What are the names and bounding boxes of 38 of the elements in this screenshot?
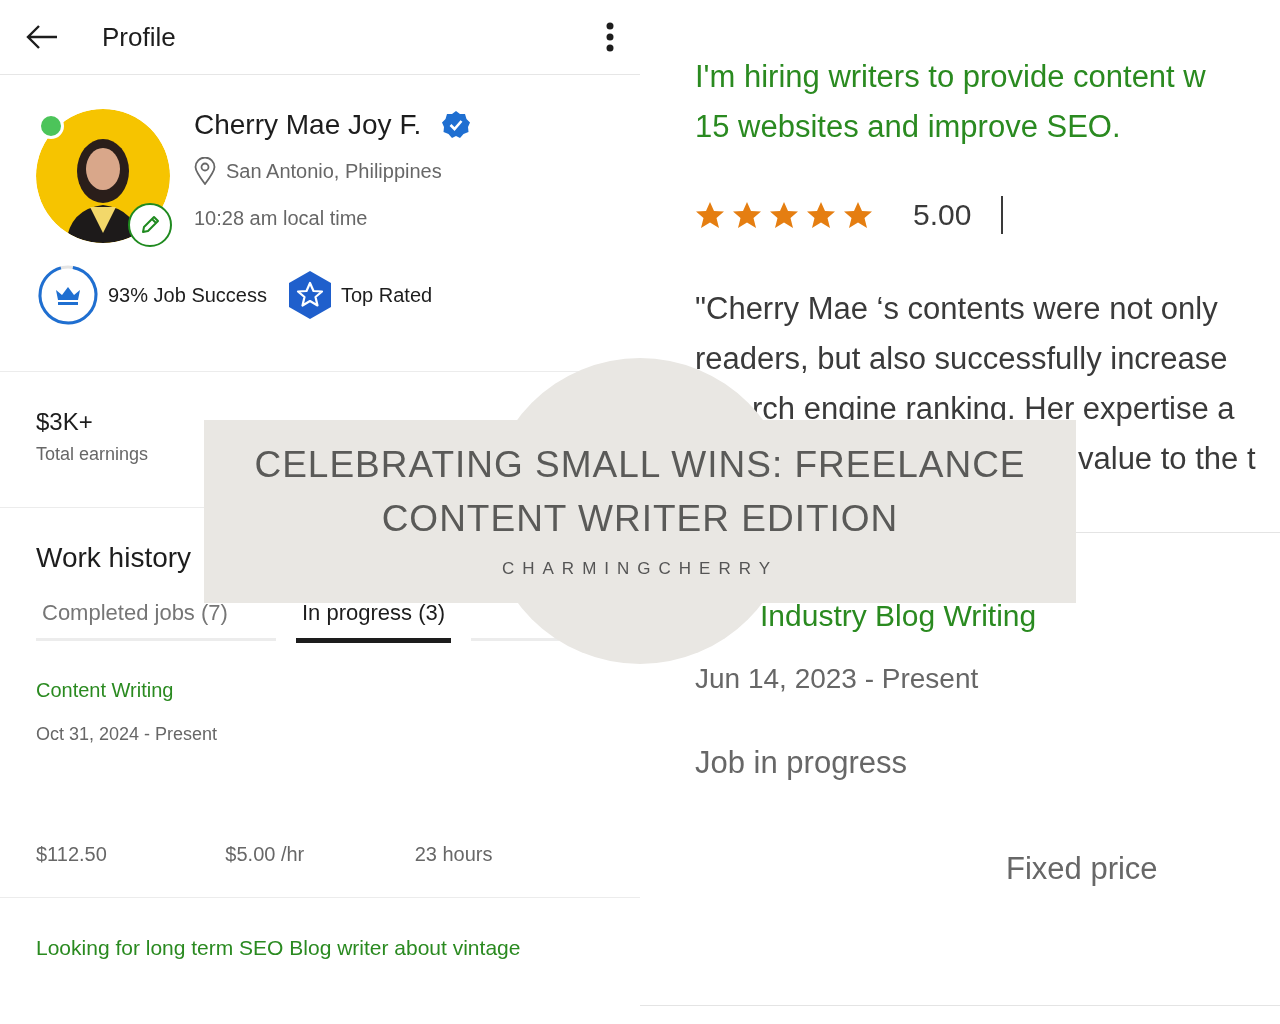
review-text-line: "Cherry Mae ‘s contents were not only	[695, 291, 1218, 326]
job-title-link[interactable]: Looking for long term SEO Blog writer about vintage	[36, 936, 521, 959]
review-text-line: readers, but also successfully increase	[695, 341, 1228, 376]
banner-byline: CHARMINGCHERRY	[501, 559, 778, 580]
star-icon	[806, 201, 836, 229]
page-title: Profile	[102, 21, 177, 53]
section-title: Work history	[36, 542, 192, 573]
local-time: 10:28 am local time	[194, 207, 369, 230]
badge-label: Top Rated	[341, 283, 433, 307]
freelancer-name: Cherry Mae Joy F.	[194, 109, 422, 141]
job-earnings: $112.50	[36, 843, 108, 867]
star-hexagon-icon	[287, 270, 333, 320]
pricing-type: Fixed price	[1006, 851, 1159, 887]
star-icon	[695, 201, 725, 229]
location-text: San Antonio, Philippines	[226, 159, 442, 183]
location-pin-icon	[194, 157, 216, 185]
star-icon	[843, 201, 873, 229]
job-title-link[interactable]: Content Writing	[36, 679, 604, 702]
back-arrow-icon[interactable]	[26, 24, 58, 50]
rating-value: 5.00	[913, 198, 972, 232]
job-status: Job in progress	[695, 745, 908, 781]
job-description-line: I'm hiring writers to provide content w	[695, 58, 1207, 96]
job-dates: Jun 14, 2023 - Present	[695, 663, 980, 695]
stat-label: Total earnings	[36, 444, 149, 464]
banner-title: CELEBRATING SMALL WINS: FREELANCE CONTENT WRITER EDITION	[253, 443, 1027, 541]
job-success-ring-icon	[36, 263, 100, 327]
more-options-icon[interactable]	[606, 22, 614, 52]
job-dates: Oct 31, 2024 - Present	[36, 724, 219, 745]
badge-label: 93% Job Success	[108, 283, 267, 307]
job-hours: 23 hours	[414, 843, 494, 867]
edit-button[interactable]	[128, 203, 172, 247]
review-text-line: value to the t	[1078, 441, 1256, 476]
job-rate: $5.00 /hr	[225, 843, 306, 867]
stat-value: $3K+	[36, 408, 93, 435]
pencil-icon	[139, 214, 161, 236]
star-icon	[769, 201, 799, 229]
job-description-line: 15 websites and improve SEO.	[695, 108, 1122, 146]
star-icon	[732, 201, 762, 229]
